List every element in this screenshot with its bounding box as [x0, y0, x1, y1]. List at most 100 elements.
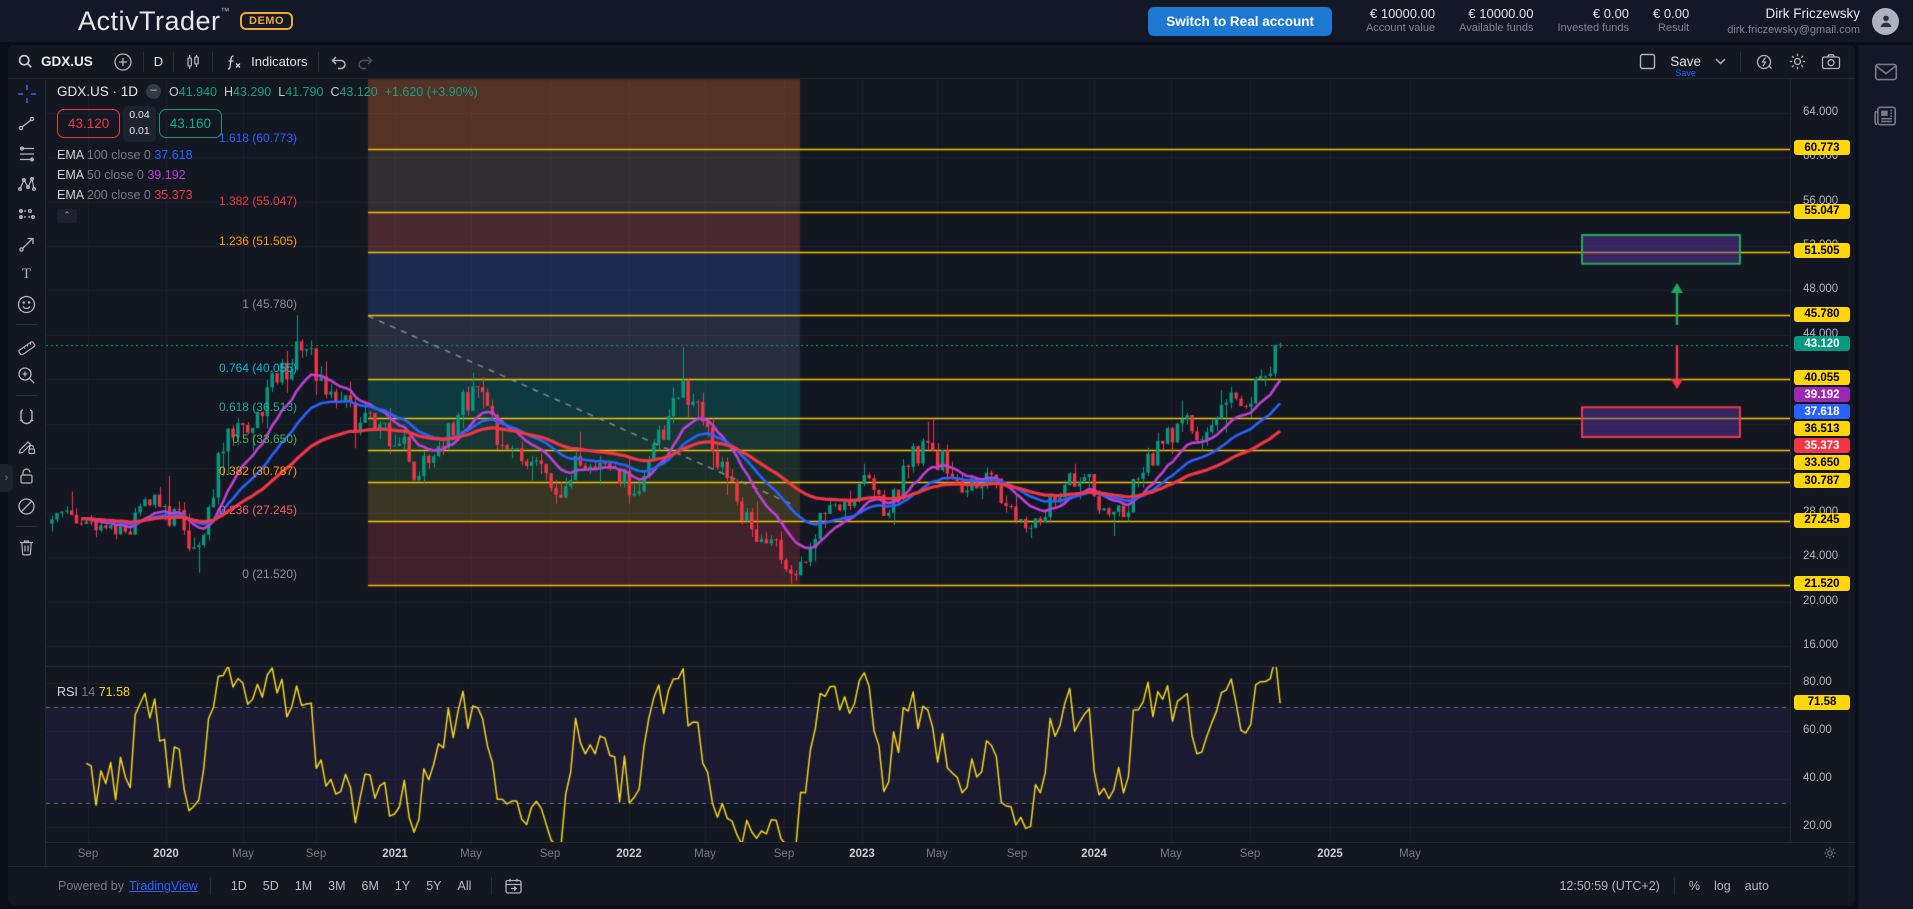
undo-button[interactable]: [329, 54, 348, 70]
time-axis[interactable]: Sep2020MaySep2021MaySep2022MaySep2023May…: [46, 842, 1855, 866]
crosshair-tool[interactable]: [13, 80, 41, 108]
sell-bid-button[interactable]: 43.120: [57, 109, 120, 138]
range-button-5d[interactable]: 5D: [255, 875, 287, 897]
drawing-lock-tool[interactable]: [13, 432, 41, 460]
legend-collapse-chevron[interactable]: ⌃: [57, 209, 77, 223]
time-axis-label: Sep: [540, 848, 560, 860]
range-button-6m[interactable]: 6M: [354, 875, 387, 897]
text-tool[interactable]: T: [13, 260, 41, 288]
fib-retracement-tool[interactable]: [13, 140, 41, 168]
rsi-axis-tick: 20.00: [1803, 820, 1832, 832]
trend-line-tool[interactable]: [13, 110, 41, 138]
demo-badge: DEMO: [240, 12, 293, 30]
price-axis-badge: 51.505: [1794, 243, 1850, 258]
auto-scale-button[interactable]: auto: [1745, 879, 1769, 893]
compare-add-icon[interactable]: [113, 52, 133, 72]
time-axis-label: May: [694, 848, 716, 860]
time-axis-label: May: [1399, 848, 1421, 860]
ema-100-legend: EMA 100 close 0 37.618: [57, 148, 478, 162]
save-layout-button[interactable]: Save Save: [1670, 54, 1701, 69]
ema-200-legend: EMA 200 close 0 35.373: [57, 188, 478, 202]
chart-widget: GDX.US D Indicators: [8, 45, 1855, 905]
invested-funds-stat: € 0.00Invested funds: [1557, 6, 1629, 36]
remove-drawings-trash-tool[interactable]: [13, 533, 41, 561]
interval-button[interactable]: D: [154, 54, 163, 69]
zoom-in-tool[interactable]: [13, 361, 41, 389]
time-axis-label: 2020: [153, 848, 179, 860]
rsi-value-badge: 71.58: [1794, 695, 1850, 710]
chart-legend: GDX.US · 1D – O41.940 H43.290 L41.790 C4…: [57, 84, 478, 223]
range-button-3m[interactable]: 3M: [320, 875, 353, 897]
price-axis-badge: 35.373: [1794, 438, 1850, 453]
user-avatar[interactable]: [1872, 8, 1899, 35]
axis-settings-gear-icon[interactable]: [1823, 846, 1837, 860]
symbol-search-button[interactable]: GDX.US: [41, 54, 93, 69]
time-axis-label: 2024: [1081, 848, 1107, 860]
price-axis-tick: 24.000: [1803, 550, 1838, 562]
price-axis-badge: 21.520: [1794, 576, 1850, 591]
quick-alert-icon[interactable]: [1755, 52, 1774, 71]
chevron-down-icon[interactable]: [1715, 58, 1726, 65]
range-button-5y[interactable]: 5Y: [418, 875, 449, 897]
range-button-1y[interactable]: 1Y: [387, 875, 418, 897]
save-tooltip: Save: [1675, 68, 1696, 78]
price-axis-tick: 16.000: [1803, 639, 1838, 651]
price-axis-badge: 27.245: [1794, 513, 1850, 528]
top-bar: ActivTrader™ DEMO Switch to Real account…: [0, 0, 1913, 42]
time-axis-label: Sep: [78, 848, 98, 860]
powered-by-label: Powered by: [58, 879, 124, 893]
app-logo: ActivTrader™: [78, 6, 230, 37]
watchlist-expander-tab[interactable]: ›: [0, 464, 13, 492]
camera-snapshot-icon[interactable]: [1821, 53, 1841, 70]
range-button-1m[interactable]: 1M: [287, 875, 320, 897]
mail-icon[interactable]: [1873, 59, 1899, 85]
lock-all-tool[interactable]: [13, 462, 41, 490]
price-axis-badge: 43.120: [1794, 336, 1850, 351]
price-axis-badge: 40.055: [1794, 370, 1850, 385]
news-icon[interactable]: [1873, 103, 1899, 129]
percent-scale-button[interactable]: %: [1689, 879, 1700, 893]
price-axis-tick: 64.000: [1803, 106, 1838, 118]
tradingview-link[interactable]: TradingView: [129, 879, 198, 893]
rsi-legend: RSI 14 71.58: [57, 685, 130, 699]
magnet-tool[interactable]: [13, 402, 41, 430]
person-icon: [1878, 13, 1894, 29]
go-to-date-calendar-icon[interactable]: [504, 877, 523, 895]
switch-to-real-account-button[interactable]: Switch to Real account: [1148, 7, 1332, 36]
price-axis[interactable]: 64.00060.00056.00052.00048.00044.00028.0…: [1790, 79, 1855, 842]
ema-50-legend: EMA 50 close 0 39.192: [57, 168, 478, 182]
ohlc-values: O41.940 H43.290 L41.790 C43.120 +1.620 (…: [169, 85, 478, 99]
spread-display: 0.040.01: [123, 106, 155, 142]
pattern-tool[interactable]: [13, 170, 41, 198]
price-axis-tick: 20.000: [1803, 595, 1838, 607]
indicators-button[interactable]: Indicators: [213, 53, 317, 71]
settings-gear-icon[interactable]: [1788, 52, 1807, 71]
price-axis-badge: 37.618: [1794, 404, 1850, 419]
hide-drawings-tool[interactable]: [13, 492, 41, 520]
emoji-tool[interactable]: [13, 290, 41, 318]
chart-type-candles-icon[interactable]: [184, 53, 202, 71]
layout-select-icon[interactable]: [1639, 53, 1656, 70]
measure-tool[interactable]: [13, 331, 41, 359]
log-scale-button[interactable]: log: [1714, 879, 1731, 893]
account-value-stat: € 10000.00Account value: [1366, 6, 1435, 36]
legend-collapse-button[interactable]: –: [146, 84, 161, 99]
buy-ask-button[interactable]: 43.160: [159, 109, 222, 138]
projection-tool[interactable]: [13, 200, 41, 228]
search-icon: [18, 54, 33, 69]
price-axis-badge: 45.780: [1794, 307, 1850, 322]
range-button-all[interactable]: All: [450, 875, 480, 897]
price-axis-badge: 60.773: [1794, 140, 1850, 155]
user-info: Dirk Friczewsky dirk.friczewsky@gmail.co…: [1727, 5, 1860, 37]
redo-button[interactable]: [356, 54, 375, 70]
change-value: +1.620 (+3.90%): [385, 85, 478, 99]
price-axis-badge: 55.047: [1794, 204, 1850, 219]
arrow-marker-tool[interactable]: [13, 230, 41, 258]
right-sidebar: [1858, 45, 1913, 909]
clock-display[interactable]: 12:50:59 (UTC+2): [1559, 879, 1659, 893]
bottom-bar: Powered by TradingView 1D5D1M3M6M1Y5YAll…: [8, 866, 1855, 905]
time-axis-label: 2021: [382, 848, 408, 860]
chart-toolbar: GDX.US D Indicators: [8, 45, 1855, 79]
range-button-1d[interactable]: 1D: [223, 875, 255, 897]
time-axis-label: 2022: [616, 848, 642, 860]
